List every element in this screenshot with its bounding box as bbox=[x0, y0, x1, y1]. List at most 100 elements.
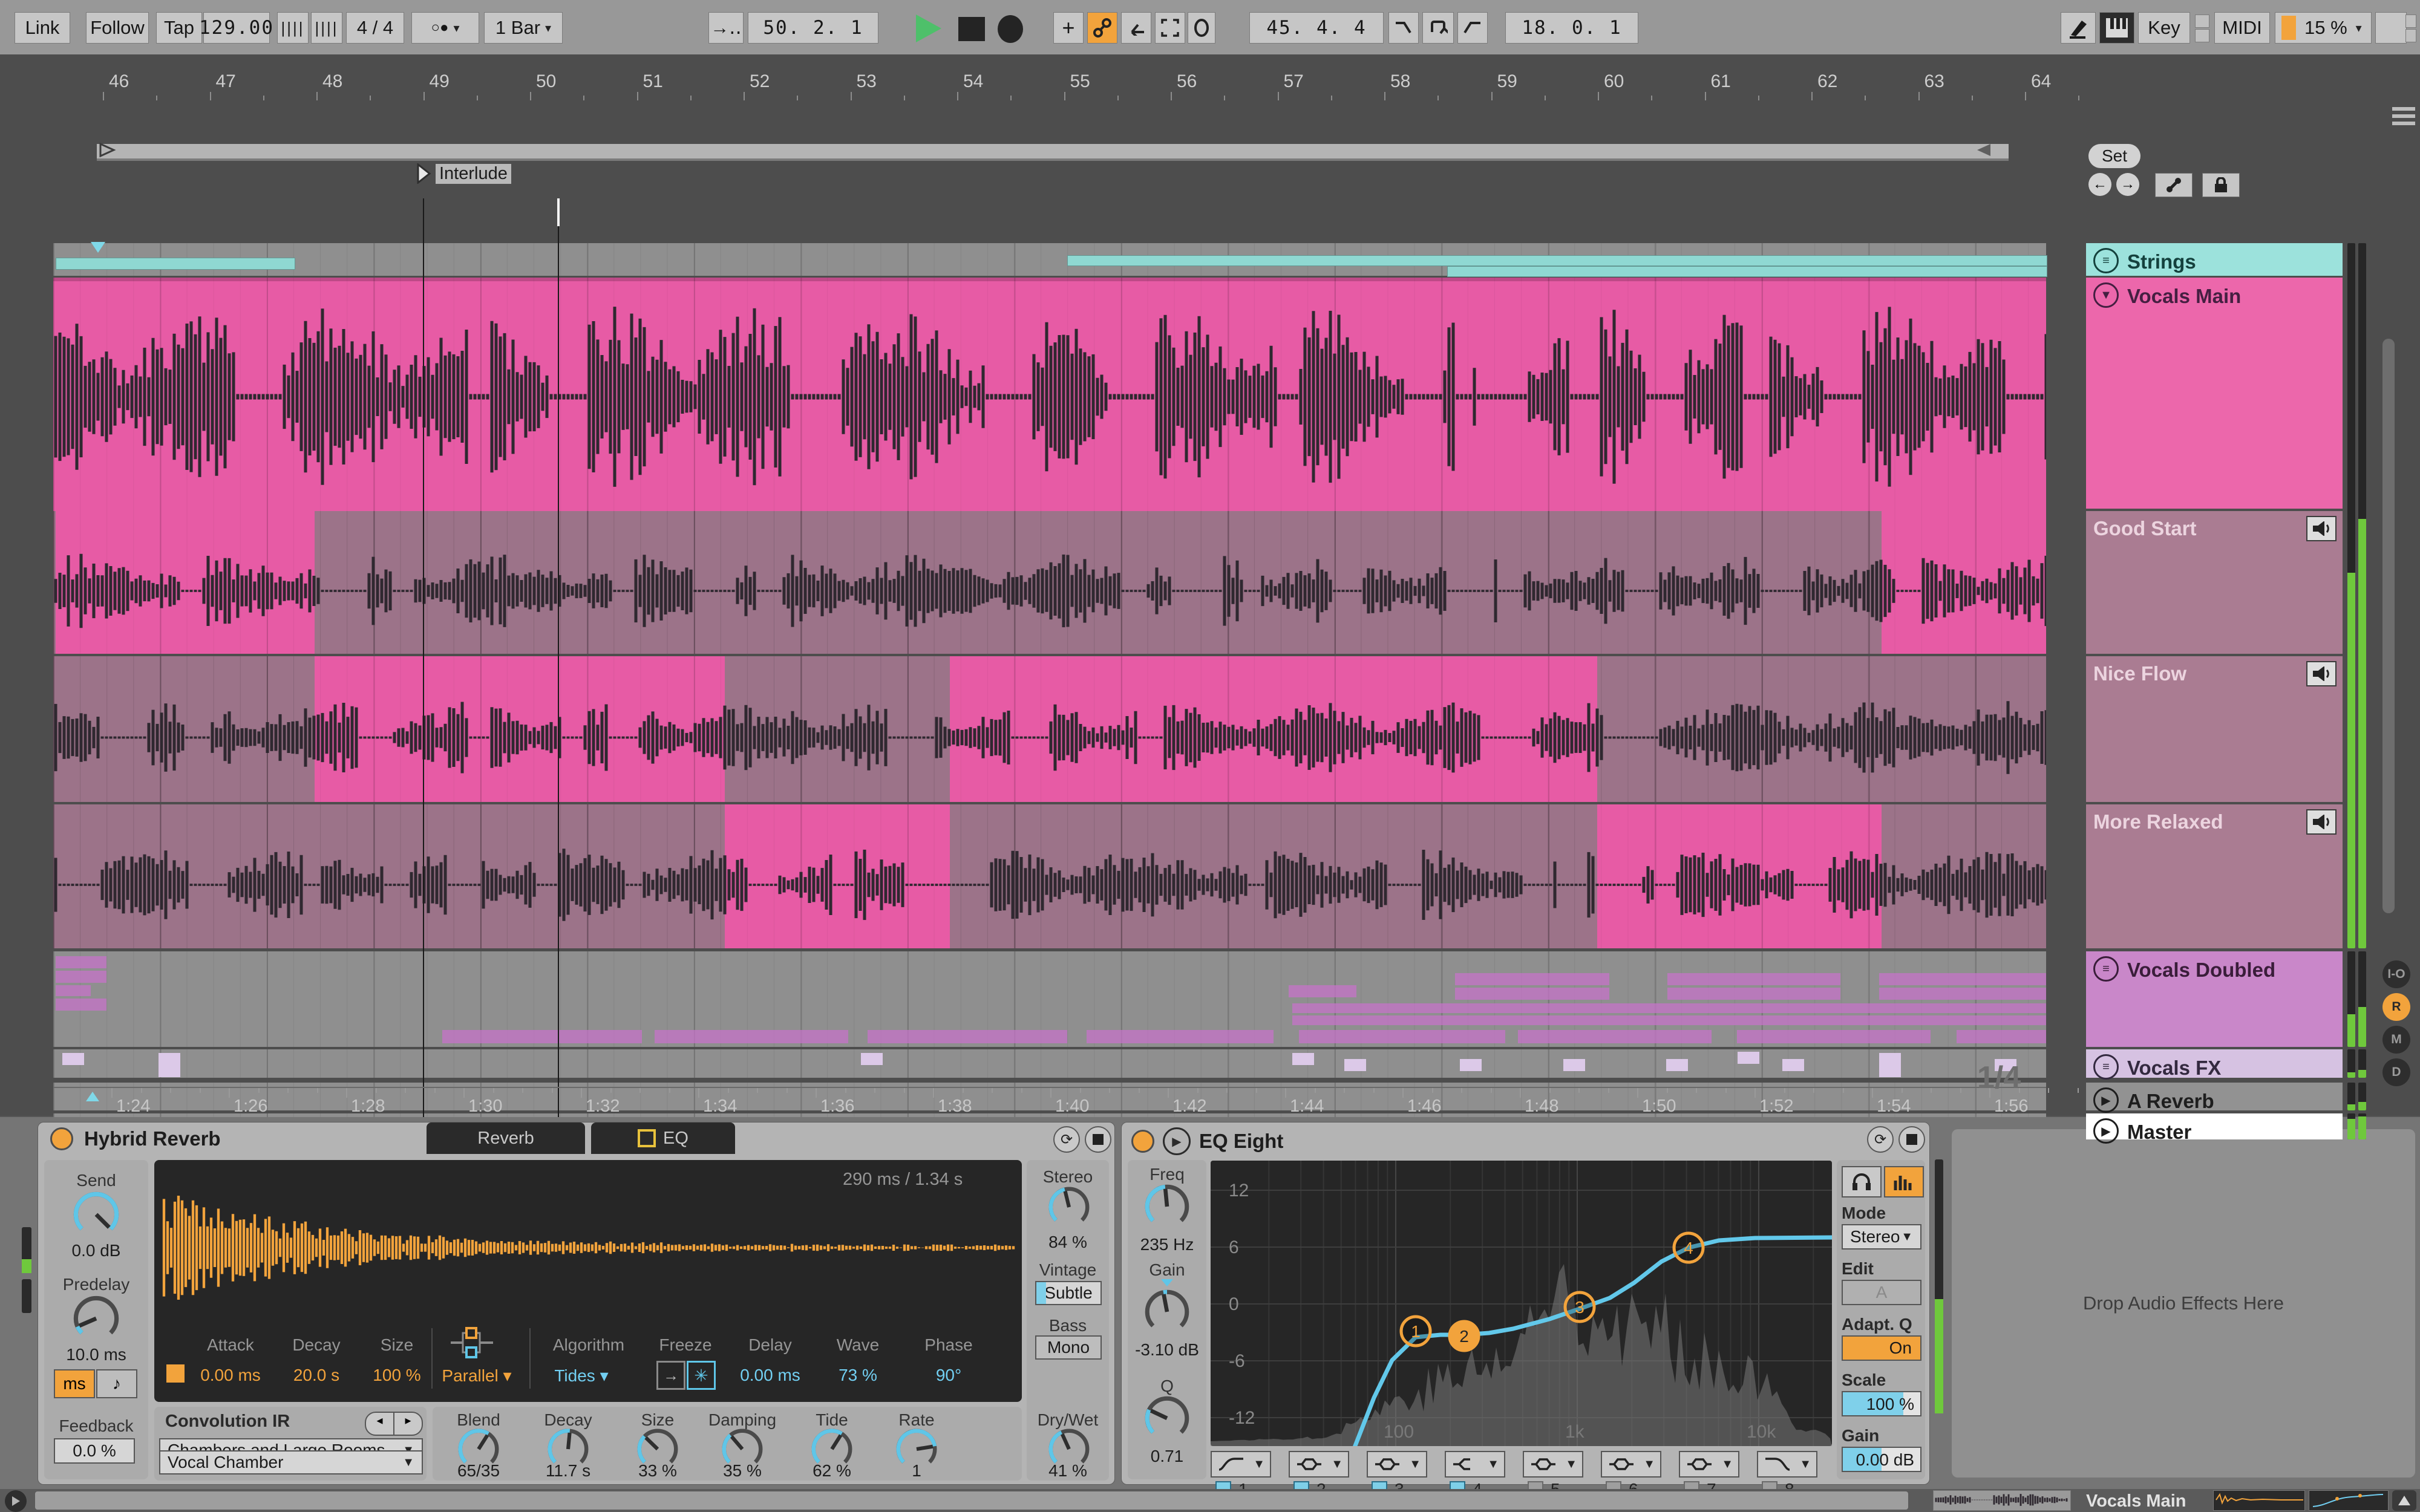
tap-tempo-button[interactable]: Tap bbox=[156, 12, 202, 44]
gain-value[interactable]: -3.10 dB bbox=[1125, 1340, 1209, 1360]
clip-doubled-segment[interactable] bbox=[56, 999, 106, 1011]
rate-value[interactable]: 1 bbox=[880, 1461, 953, 1481]
attack-value[interactable]: 0.00 ms bbox=[182, 1366, 279, 1385]
device-activator[interactable] bbox=[50, 1127, 73, 1150]
track-fold-icon[interactable]: ▶ bbox=[2093, 1118, 2119, 1144]
clip-doubled-segment[interactable] bbox=[1879, 973, 2046, 985]
next-locator-button[interactable]: → bbox=[2116, 173, 2139, 196]
device-title[interactable]: EQ Eight bbox=[1199, 1130, 1283, 1153]
track-header-master[interactable]: ▶ Master bbox=[2086, 1113, 2343, 1144]
scale-slider[interactable]: 100 % bbox=[1842, 1391, 1921, 1416]
tempo-field[interactable]: 129.00 bbox=[199, 12, 273, 44]
loop-start-field[interactable]: 45. 4. 4 bbox=[1249, 12, 1384, 44]
punch-out-button[interactable] bbox=[1457, 12, 1488, 44]
freeze-in-button[interactable]: → bbox=[656, 1361, 685, 1390]
ir-file-select[interactable]: Vocal Chamber ▼ bbox=[159, 1450, 423, 1475]
lock-envelopes-button[interactable] bbox=[2202, 173, 2240, 197]
device-drop-zone[interactable]: Drop Audio Effects Here bbox=[1952, 1129, 2415, 1478]
routing-mode-value[interactable]: Parallel ▾ bbox=[431, 1366, 522, 1386]
time-ruler[interactable]: 1:24 1:26 1:28 1:30 1:32 1:34 1:36 1:38 1:40 1:42… bbox=[53, 1087, 2079, 1117]
freeze-button[interactable]: ✳ bbox=[687, 1361, 716, 1390]
clip-fx-block[interactable] bbox=[62, 1053, 84, 1065]
track-fold-icon[interactable]: ▼ bbox=[2093, 282, 2119, 308]
clip-doubled-segment[interactable] bbox=[1879, 988, 2046, 1000]
take-audition-button[interactable] bbox=[2306, 516, 2337, 541]
lane-strings[interactable] bbox=[53, 243, 2047, 277]
track-io-selector-icon[interactable] bbox=[2392, 103, 2415, 129]
freq-value[interactable]: 235 Hz bbox=[1125, 1235, 1209, 1254]
clip-fx-block[interactable] bbox=[1666, 1059, 1688, 1071]
lane-take-nice[interactable] bbox=[53, 656, 2046, 802]
clip-fx-block[interactable] bbox=[1460, 1059, 1482, 1071]
clip-doubled-segment[interactable] bbox=[1957, 1030, 2046, 1043]
beat-sync-toggle[interactable]: ♪ bbox=[96, 1369, 137, 1398]
take-audition-button[interactable] bbox=[2306, 809, 2337, 835]
freq-knob[interactable] bbox=[1143, 1183, 1191, 1230]
eq-enable-icon[interactable] bbox=[638, 1129, 656, 1147]
automation-mode-button[interactable] bbox=[1087, 12, 1117, 44]
track-fold-icon[interactable]: ≡ bbox=[2093, 956, 2119, 982]
phase-value[interactable]: 90° bbox=[909, 1366, 988, 1385]
q-value[interactable]: 0.71 bbox=[1125, 1447, 1209, 1466]
lane-vocals-main[interactable] bbox=[53, 278, 2046, 512]
eq-graph[interactable]: 1260-6-121001k10k1234 bbox=[1211, 1161, 1832, 1446]
clip-doubled-segment[interactable] bbox=[1455, 973, 1609, 985]
lane-vocals-fx[interactable] bbox=[53, 1049, 2046, 1078]
track-fold-icon[interactable]: ≡ bbox=[2093, 248, 2119, 273]
track-header-a-reverb[interactable]: ▶ A Reverb bbox=[2086, 1083, 2343, 1113]
stereo-knob[interactable] bbox=[1047, 1185, 1091, 1229]
clip-doubled-segment[interactable] bbox=[1292, 1003, 2046, 1013]
side-button-m[interactable]: M bbox=[2382, 1026, 2410, 1054]
predelay-value[interactable]: 10.0 ms bbox=[44, 1345, 148, 1364]
track-header-vocals-doubled[interactable]: ≡ Vocals Doubled bbox=[2086, 951, 2343, 1047]
feedback-value[interactable]: 0.0 % bbox=[54, 1438, 135, 1464]
fold-device-icon[interactable]: ▶ bbox=[1163, 1127, 1191, 1155]
capture-range-button[interactable] bbox=[1155, 12, 1185, 44]
send-knob[interactable] bbox=[72, 1190, 120, 1239]
side-button-i-o[interactable]: I-O bbox=[2382, 960, 2410, 988]
band-filter-select[interactable]: ▼ bbox=[1757, 1451, 1817, 1478]
device-title[interactable]: Hybrid Reverb bbox=[84, 1127, 221, 1150]
clip-fx-block[interactable] bbox=[1782, 1059, 1804, 1071]
clip-doubled-segment[interactable] bbox=[56, 971, 106, 983]
hot-swap-button[interactable]: ⟳ bbox=[1053, 1126, 1080, 1153]
clip-doubled-segment[interactable] bbox=[1667, 973, 1840, 985]
ir-size-value[interactable]: 100 % bbox=[358, 1366, 436, 1385]
track-header-vocals-main[interactable]: ▼ Vocals Main bbox=[2086, 278, 2343, 509]
loop-link-button[interactable] bbox=[2155, 173, 2193, 197]
band-filter-select[interactable]: ▼ bbox=[1445, 1451, 1505, 1478]
vintage-select[interactable]: Subtle bbox=[1035, 1281, 1102, 1305]
preview-play-button[interactable] bbox=[5, 1490, 27, 1512]
band-filter-select[interactable]: ▼ bbox=[1601, 1451, 1661, 1478]
set-locator-button[interactable]: Set bbox=[2088, 144, 2140, 168]
adapt-q-toggle[interactable]: On bbox=[1842, 1335, 1921, 1361]
predelay-knob[interactable] bbox=[72, 1294, 120, 1343]
clip-fx-block[interactable] bbox=[1292, 1053, 1314, 1065]
midi-map-button[interactable]: MIDI bbox=[2214, 12, 2270, 44]
band-filter-select[interactable]: ▼ bbox=[1523, 1451, 1583, 1478]
side-button-r[interactable]: R bbox=[2382, 993, 2410, 1021]
lane-take-more[interactable] bbox=[53, 804, 2046, 948]
follow-button[interactable]: Follow bbox=[86, 12, 149, 44]
metronome-button[interactable]: ○● ▾ bbox=[411, 12, 479, 44]
size-value[interactable]: 33 % bbox=[621, 1461, 694, 1481]
device-activator[interactable] bbox=[1131, 1130, 1154, 1153]
clip-doubled-segment[interactable] bbox=[1289, 985, 1356, 997]
draw-mode-button[interactable]: + bbox=[1053, 12, 1084, 44]
clip-waveform-thumbnail[interactable] bbox=[1933, 1490, 2071, 1511]
groove-nudge-up-icon[interactable]: |||| bbox=[311, 12, 342, 44]
clip-doubled-segment[interactable] bbox=[1667, 988, 1840, 1000]
output-gain-slider[interactable]: 0.00 dB bbox=[1842, 1447, 1921, 1472]
groove-nudge-down-icon[interactable]: |||| bbox=[277, 12, 309, 44]
blend-value[interactable]: 65/35 bbox=[442, 1461, 515, 1481]
play-button[interactable] bbox=[912, 13, 944, 44]
punch-in-button[interactable] bbox=[1388, 12, 1419, 44]
q-knob[interactable] bbox=[1143, 1395, 1191, 1442]
clip-fx-block[interactable] bbox=[159, 1065, 180, 1077]
clip-strings[interactable] bbox=[56, 258, 295, 270]
prev-locator-button[interactable]: ← bbox=[2088, 173, 2111, 196]
save-preset-button[interactable] bbox=[1898, 1126, 1925, 1153]
algorithm-value[interactable]: Tides ▾ bbox=[533, 1366, 630, 1386]
hot-swap-button[interactable]: ⟳ bbox=[1867, 1126, 1894, 1153]
save-preset-button[interactable] bbox=[1085, 1126, 1111, 1153]
